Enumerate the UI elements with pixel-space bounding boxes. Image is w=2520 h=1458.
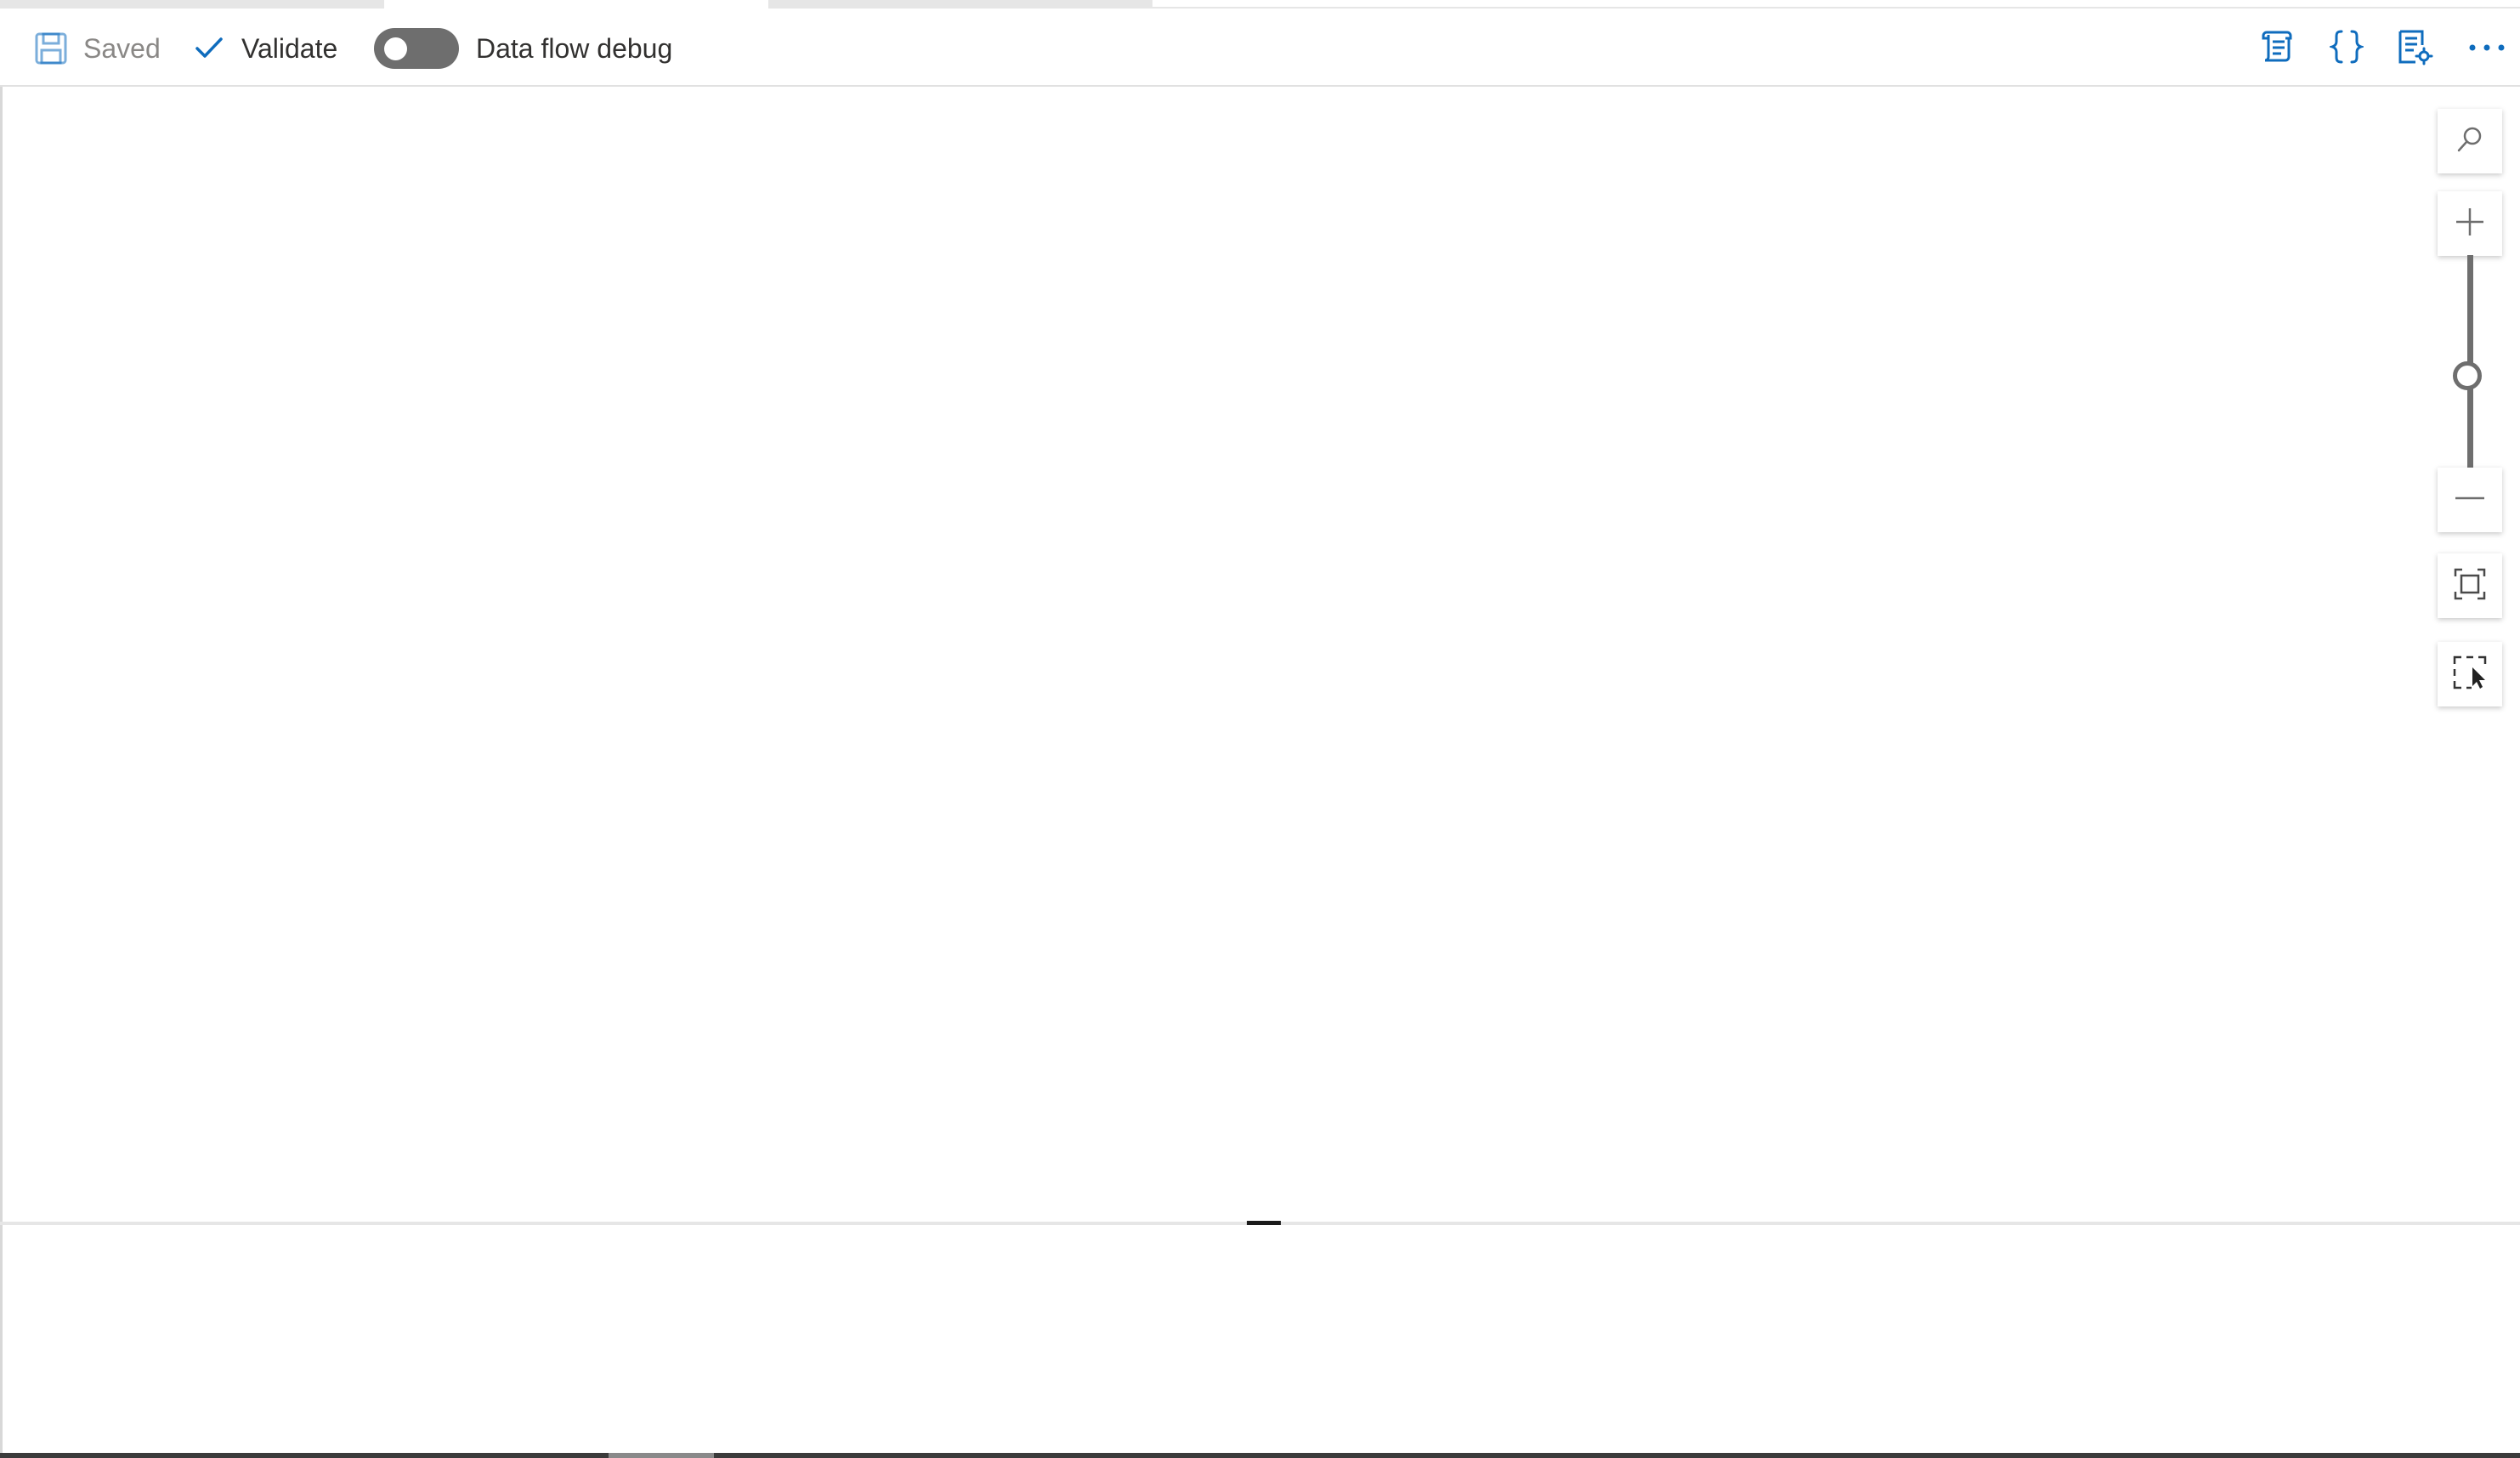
select-area-button[interactable] [2438, 642, 2502, 706]
code-button[interactable] [2323, 27, 2370, 70]
properties-button[interactable] [2391, 27, 2438, 70]
data-flow-canvas[interactable] [0, 87, 2520, 1222]
code-braces-icon [2328, 28, 2365, 70]
data-flow-debug-toggle[interactable]: Data flow debug [374, 27, 672, 70]
canvas-search-button[interactable] [2438, 109, 2502, 173]
horizontal-scrollbar-thumb[interactable] [609, 1453, 714, 1458]
script-icon [2259, 28, 2296, 70]
tab-2-active[interactable] [384, 0, 768, 9]
script-button[interactable] [2254, 27, 2302, 70]
tab-3[interactable] [768, 0, 1152, 9]
save-label: Saved [83, 32, 161, 64]
select-area-icon [2452, 655, 2488, 695]
zoom-in-icon [2453, 205, 2487, 243]
properties-settings-icon [2395, 28, 2434, 70]
save-icon [34, 31, 68, 65]
bottom-panel [0, 1225, 2520, 1455]
zoom-slider-thumb[interactable] [2453, 361, 2482, 390]
zoom-out-icon [2453, 481, 2487, 519]
validate-label: Validate [241, 32, 338, 64]
zoom-in-button[interactable] [2438, 191, 2502, 256]
search-icon [2455, 125, 2484, 158]
validate-button[interactable]: Validate [194, 27, 337, 70]
fit-to-screen-icon [2453, 567, 2487, 605]
fit-to-screen-button[interactable] [2438, 553, 2502, 618]
data-flow-editor: Saved Validate Data flow debug [0, 0, 2520, 1458]
toolbar: Saved Validate Data flow debug [0, 9, 2520, 87]
toggle-switch[interactable] [374, 28, 459, 69]
checkmark-icon [194, 33, 224, 64]
zoom-out-button[interactable] [2438, 468, 2502, 532]
data-flow-debug-label: Data flow debug [476, 32, 673, 64]
bottom-edge [0, 1453, 2520, 1458]
more-icon [2468, 41, 2506, 56]
tab-1[interactable] [0, 0, 384, 9]
save-button[interactable]: Saved [34, 27, 161, 70]
toggle-knob [384, 37, 407, 60]
more-options-button[interactable] [2463, 27, 2511, 70]
